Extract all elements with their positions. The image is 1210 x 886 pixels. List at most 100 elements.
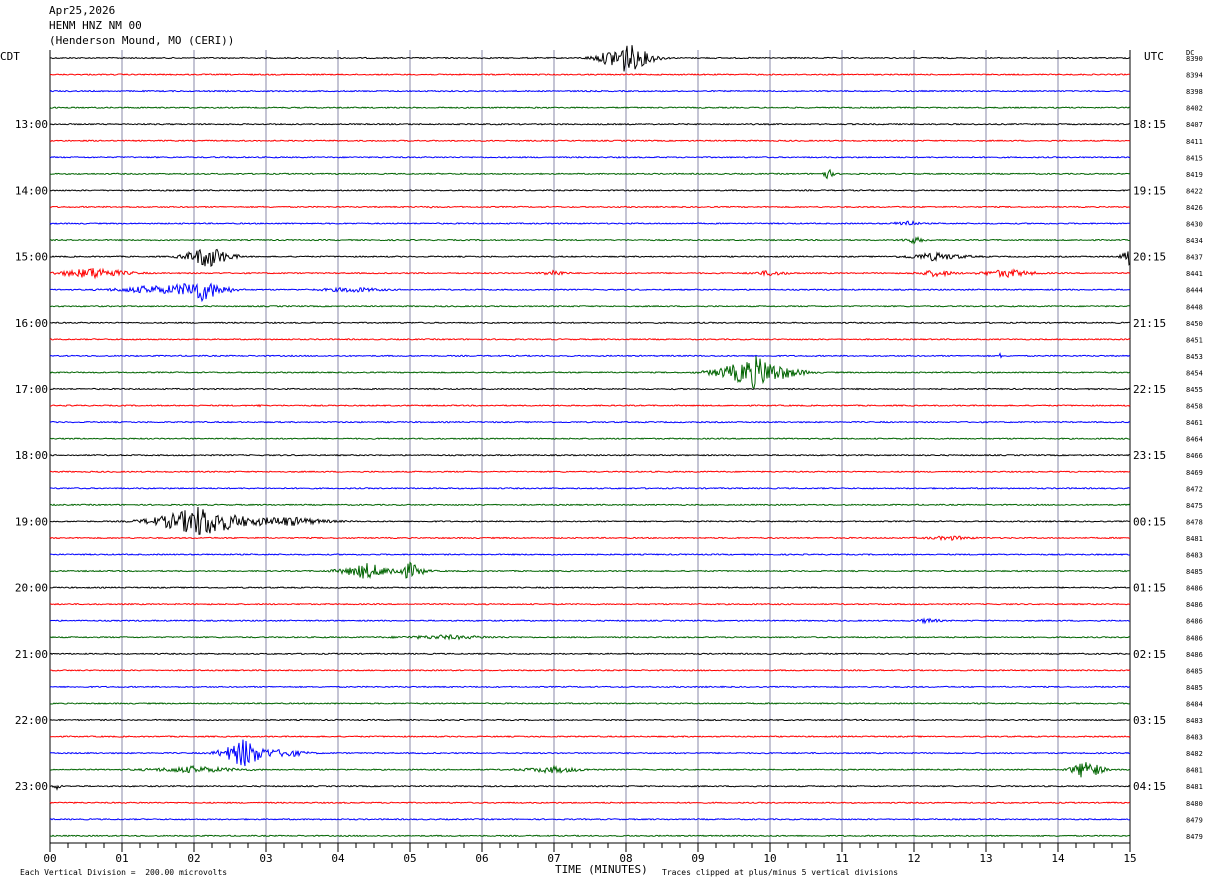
x-axis: 00 01 02 03 04 05 06 07 08 09 10 11 12 13 14 15 (43, 842, 1137, 865)
seismic-trace (49, 338, 1131, 341)
seismic-trace (49, 122, 1131, 126)
seismic-trace (49, 535, 1131, 542)
scale-note: Each Vertical Division = 200.00 microvol… (20, 868, 228, 877)
dc-value-label: 8464 (1186, 436, 1203, 444)
seismic-trace (49, 155, 1131, 159)
x-axis-title: TIME (MINUTES) (555, 863, 648, 876)
left-hour-label: 19:00 (15, 515, 48, 528)
left-hour-label: 21:00 (15, 648, 48, 661)
dc-value-label: 8466 (1186, 452, 1203, 460)
dc-value-label: 8485 (1186, 684, 1203, 692)
dc-value-label: 8486 (1186, 634, 1203, 642)
dc-value-label: 8486 (1186, 651, 1203, 659)
seismic-trace (49, 617, 1131, 625)
dc-value-label: 8461 (1186, 419, 1203, 427)
right-hour-label: 04:15 (1133, 780, 1166, 793)
seismic-trace (49, 586, 1131, 589)
dc-value-label: 8455 (1186, 386, 1203, 394)
seismic-trace (49, 735, 1131, 738)
left-hour-label: 20:00 (15, 582, 48, 595)
left-hour-label: 22:00 (15, 714, 48, 727)
seismic-trace (49, 352, 1131, 359)
seismic-trace (49, 45, 1131, 72)
x-tick-label: 09 (691, 852, 704, 865)
x-tick-label: 15 (1123, 852, 1136, 865)
seismic-trace (49, 73, 1131, 76)
seismic-trace (49, 652, 1131, 656)
seismic-trace (49, 437, 1131, 440)
seismic-trace (49, 801, 1131, 804)
dc-value-label: 8478 (1186, 518, 1203, 526)
dc-value-label: 8486 (1186, 618, 1203, 626)
dc-value-label: 8411 (1186, 138, 1203, 146)
seismic-trace (49, 139, 1131, 143)
seismic-trace (49, 205, 1131, 209)
seismic-trace (49, 718, 1131, 722)
dc-value-label: 8402 (1186, 105, 1203, 113)
dc-value-label: 8454 (1186, 369, 1203, 377)
dc-value-label: 8475 (1186, 502, 1203, 510)
seismic-trace (49, 453, 1131, 457)
seismic-trace (49, 304, 1131, 308)
dc-value-label: 8485 (1186, 568, 1203, 576)
right-hour-label: 21:15 (1133, 317, 1166, 330)
seismic-trace (49, 702, 1131, 705)
dc-value-label: 8486 (1186, 601, 1203, 609)
seismic-trace (49, 739, 1130, 767)
dc-value-label: 8441 (1186, 270, 1203, 278)
right-hour-label: 01:15 (1133, 582, 1166, 595)
seismic-trace (49, 834, 1131, 838)
header-station: HENM HNZ NM 00 (49, 19, 142, 32)
x-tick-label: 01 (115, 852, 128, 865)
x-tick-label: 06 (475, 852, 488, 865)
dc-value-label: 8453 (1186, 353, 1203, 361)
left-hour-label: 17:00 (15, 383, 48, 396)
dc-value-label: 8485 (1186, 667, 1203, 675)
right-hour-label: 00:15 (1133, 515, 1166, 528)
x-tick-label: 12 (907, 852, 920, 865)
x-tick-label: 00 (43, 852, 56, 865)
left-hour-label: 16:00 (15, 317, 48, 330)
dc-value-label: 8448 (1186, 303, 1203, 311)
header-location: (Henderson Mound, MO (CERI)) (49, 34, 235, 47)
dc-value-label: 8482 (1186, 750, 1203, 758)
dc-value-label: 8458 (1186, 403, 1203, 411)
seismic-trace (49, 784, 1131, 791)
seismic-trace (49, 553, 1130, 556)
right-hour-label: 18:15 (1133, 118, 1166, 131)
dc-value-label: 8407 (1186, 121, 1203, 129)
left-timezone-label: CDT (0, 50, 20, 63)
seismic-trace (49, 89, 1130, 93)
dc-value-label: 8481 (1186, 535, 1203, 543)
right-hour-label: 20:15 (1133, 251, 1166, 264)
x-tick-label: 02 (187, 852, 200, 865)
x-tick-label: 05 (403, 852, 416, 865)
seismic-trace (49, 817, 1131, 821)
seismic-trace (49, 403, 1131, 408)
dc-value-label: 8479 (1186, 833, 1203, 841)
right-hour-label: 03:15 (1133, 714, 1166, 727)
seismic-trace (49, 267, 1131, 280)
seismic-trace (49, 470, 1131, 474)
dc-value-label: 8437 (1186, 254, 1203, 262)
header-date: Apr25,2026 (49, 4, 116, 17)
dc-value-label: 8481 (1186, 767, 1203, 775)
dc-value-label: 8484 (1186, 700, 1203, 708)
dc-value-label: 8450 (1186, 320, 1203, 328)
left-hour-label: 23:00 (15, 780, 48, 793)
seismic-trace (50, 669, 1131, 672)
dc-value-label: 8486 (1186, 585, 1203, 593)
x-tick-label: 13 (979, 852, 992, 865)
seismic-trace (49, 634, 1131, 641)
seismic-trace (50, 248, 1131, 268)
seismic-trace (49, 282, 1131, 303)
dc-value-label: 8434 (1186, 237, 1203, 245)
left-hour-label: 14:00 (15, 184, 48, 197)
left-hour-label: 15:00 (15, 251, 48, 264)
seismic-trace (49, 235, 1131, 245)
dc-value-label: 8451 (1186, 336, 1203, 344)
seismic-trace (49, 220, 1131, 226)
seismic-trace (49, 387, 1131, 391)
seismic-trace (49, 486, 1131, 490)
seismic-trace (49, 602, 1131, 606)
